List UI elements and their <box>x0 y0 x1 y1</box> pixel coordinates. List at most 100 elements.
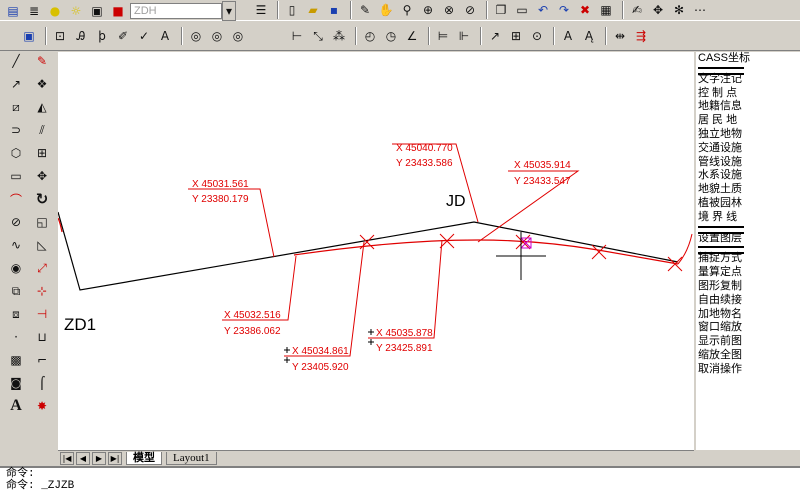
lock-icon[interactable]: ▣ <box>88 2 106 20</box>
redo-icon[interactable]: ↷ <box>555 1 573 19</box>
dim-linear-icon[interactable]: ⊢ <box>288 27 306 45</box>
tab-first-icon[interactable]: |◀ <box>60 452 74 465</box>
grid-icon[interactable]: ⋯ <box>691 1 709 19</box>
chevron-down-icon[interactable]: ▾ <box>222 1 236 21</box>
menu-icon[interactable]: ☰ <box>252 1 270 19</box>
insert-block-icon[interactable]: ⧉ <box>6 282 26 300</box>
move-object-icon[interactable]: ✥ <box>32 167 52 185</box>
rectangle-icon[interactable]: ▭ <box>6 167 26 185</box>
edit-box-icon[interactable]: ⊡ <box>51 27 69 45</box>
side-menu-item[interactable]: 自由续接 <box>696 294 800 308</box>
edit-curve-icon[interactable]: ϸ <box>93 27 111 45</box>
dim-text-icon[interactable]: Ą <box>580 27 598 45</box>
layers-icon[interactable]: ≣ <box>25 2 43 20</box>
side-menu-item[interactable]: CASS坐标 <box>696 52 800 66</box>
toggle-2-icon[interactable]: ◎ <box>208 27 226 45</box>
polygon-icon[interactable]: ⬡ <box>6 144 26 162</box>
curve-icon[interactable]: ⌒ <box>6 190 26 208</box>
side-menu-item[interactable]: 水系设施 <box>696 169 800 183</box>
text-icon[interactable]: A <box>6 397 26 415</box>
side-menu-item[interactable]: 量算定点 <box>696 266 800 280</box>
hatch-icon[interactable]: ▩ <box>6 351 26 369</box>
side-menu-item[interactable]: 地貌土质 <box>696 183 800 197</box>
leader-icon[interactable]: ↗ <box>486 27 504 45</box>
dim-ordinate-icon[interactable]: ⁂ <box>330 27 348 45</box>
mirror-icon[interactable]: ◭ <box>32 98 52 116</box>
side-menu-item[interactable]: 居 民 地 <box>696 114 800 128</box>
circle-icon[interactable]: ⊘ <box>6 213 26 231</box>
tab-next-icon[interactable]: ▶ <box>92 452 106 465</box>
layer-manager-icon[interactable]: ▤ <box>4 2 22 20</box>
zoom-all-icon[interactable]: ⊗ <box>440 1 458 19</box>
side-menu-item[interactable]: 地籍信息 <box>696 100 800 114</box>
erase-icon[interactable]: ✎ <box>32 52 52 70</box>
side-menu-item[interactable]: 图形复制 <box>696 280 800 294</box>
scale-icon[interactable]: ◱ <box>32 213 52 231</box>
edit-check-icon[interactable]: ✓ <box>135 27 153 45</box>
arc-icon[interactable]: ⊃ <box>6 121 26 139</box>
chamfer-icon[interactable]: ⌐ <box>32 351 52 369</box>
tolerance-icon[interactable]: ⊞ <box>507 27 525 45</box>
copy-icon[interactable]: ❐ <box>492 1 510 19</box>
open-folder-icon[interactable]: ▰ <box>304 1 322 19</box>
dim-aligned-icon[interactable]: ⤡ <box>309 27 327 45</box>
side-menu-item[interactable]: 境 界 线 <box>696 211 800 225</box>
ellipse-icon[interactable]: ◉ <box>6 259 26 277</box>
make-block-icon[interactable]: ⧈ <box>6 305 26 323</box>
explode-icon[interactable]: ✸ <box>32 397 52 415</box>
side-menu-item[interactable]: 加地物名 <box>696 308 800 322</box>
zoom-realtime-icon[interactable]: ⚲ <box>398 1 416 19</box>
side-menu-item[interactable]: 窗口缩放 <box>696 321 800 335</box>
line-icon[interactable]: ╱ <box>6 52 26 70</box>
dim-update-icon[interactable]: ⇹ <box>611 27 629 45</box>
tab-prev-icon[interactable]: ◀ <box>76 452 90 465</box>
dim-diameter-icon[interactable]: ◷ <box>382 27 400 45</box>
side-menu-item[interactable]: 设置图层 <box>696 232 800 246</box>
side-menu-item[interactable]: 显示前图 <box>696 335 800 349</box>
edit-pen-icon[interactable]: ✐ <box>114 27 132 45</box>
paste-icon[interactable]: ▭ <box>513 1 531 19</box>
rotate-icon[interactable]: ✻ <box>670 1 688 19</box>
side-menu-item[interactable]: 文字注记 <box>696 73 800 87</box>
point-icon[interactable]: · <box>6 328 26 346</box>
side-menu-item[interactable]: 交通设施 <box>696 142 800 156</box>
drawing-canvas[interactable]: X 45031.561 Y 23380.179 X 45040.770 Y 23… <box>58 52 694 450</box>
region-icon[interactable]: ◙ <box>6 374 26 392</box>
bulb-icon[interactable]: ● <box>46 2 64 20</box>
draw-text-icon[interactable]: ▣ <box>20 27 38 45</box>
edit-attr-icon[interactable]: A <box>156 27 174 45</box>
side-menu-item[interactable]: 控 制 点 <box>696 87 800 101</box>
tab-last-icon[interactable]: ▶| <box>108 452 122 465</box>
dim-radius-icon[interactable]: ◴ <box>361 27 379 45</box>
toggle-3-icon[interactable]: ◎ <box>229 27 247 45</box>
rectangle-draw-icon[interactable]: ⧄ <box>6 98 26 116</box>
offset-icon[interactable]: ⫽ <box>32 121 52 139</box>
save-icon[interactable]: ▪ <box>325 1 343 19</box>
eraser-icon[interactable]: ✖ <box>576 1 594 19</box>
rotate-object-icon[interactable]: ↻ <box>32 190 52 208</box>
command-line[interactable]: 命令: 命令: _ZJZB <box>0 466 800 502</box>
dim-angle-icon[interactable]: ∠ <box>403 27 421 45</box>
zoom-window-icon[interactable]: ⊕ <box>419 1 437 19</box>
zoom-prev-icon[interactable]: ⊘ <box>461 1 479 19</box>
spline-icon[interactable]: ∿ <box>6 236 26 254</box>
copy-object-icon[interactable]: ❖ <box>32 75 52 93</box>
dim-baseline-icon[interactable]: ⊨ <box>434 27 452 45</box>
dim-style-icon[interactable]: ⇶ <box>632 27 650 45</box>
polyline-icon[interactable]: ↗ <box>6 75 26 93</box>
tab-layout1[interactable]: Layout1 <box>166 452 217 465</box>
draw-point-icon[interactable]: ✍ <box>628 1 646 19</box>
tab-model[interactable]: 模型 <box>126 452 162 465</box>
sun-icon[interactable]: ☼ <box>67 2 85 20</box>
side-menu-item[interactable]: 独立地物 <box>696 128 800 142</box>
fillet-icon[interactable]: ⌠ <box>32 374 52 392</box>
side-menu-item[interactable]: 缩放全图 <box>696 349 800 363</box>
dim-continue-icon[interactable]: ⊩ <box>455 27 473 45</box>
side-menu-item[interactable]: 取消操作 <box>696 363 800 377</box>
array-icon[interactable]: ⊞ <box>32 144 52 162</box>
side-menu-item[interactable]: 植被园林 <box>696 197 800 211</box>
edit-text-icon[interactable]: Ꭿ <box>72 27 90 45</box>
color-swatch-icon[interactable]: ■ <box>109 2 127 20</box>
hand-pan-icon[interactable]: ✋ <box>377 1 395 19</box>
break-at-point-icon[interactable]: ⊔ <box>32 328 52 346</box>
